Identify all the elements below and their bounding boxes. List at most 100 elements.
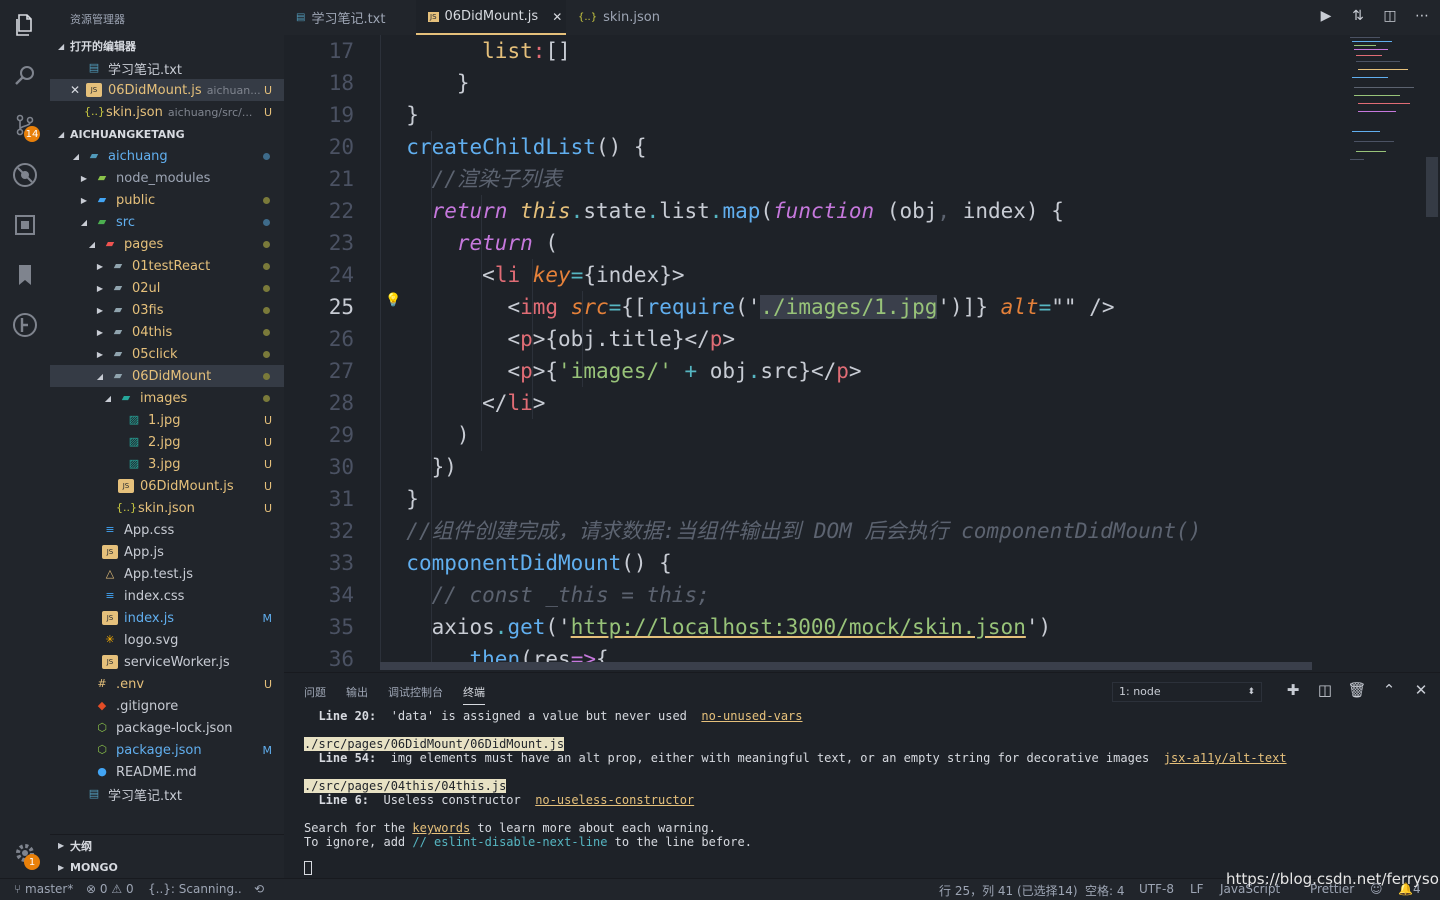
cursor-position[interactable]: 行 25，列 41 (已选择14)	[939, 882, 1078, 899]
line-ending[interactable]: LF	[1190, 882, 1204, 896]
close-panel-icon[interactable]: ✕	[1411, 681, 1431, 699]
chevron-down-icon: ◢	[58, 41, 65, 51]
tree-folder[interactable]: ◢ ▰ pages	[50, 233, 284, 255]
tree-folder[interactable]: ▶ ▰ node_modules	[50, 167, 284, 189]
gear-icon[interactable]	[0, 828, 50, 878]
close-icon[interactable]: ✕	[70, 83, 86, 97]
code-line: 27 <p>{'images/' + obj.src}</p>	[328, 359, 862, 383]
code-editor[interactable]: 17 list:[] 18 } 19 } 20 createChildList(…	[284, 35, 1440, 672]
split-editor-icon[interactable]: ◫	[1380, 8, 1400, 28]
close-icon[interactable]: ✕	[552, 10, 562, 24]
tree-folder[interactable]: ▶ ▰ public	[50, 189, 284, 211]
bookmark-icon[interactable]	[0, 250, 50, 300]
timeline-icon[interactable]	[0, 300, 50, 350]
tree-file[interactable]: ▨ 2.jpg U	[50, 431, 284, 453]
tree-file[interactable]: ▤ 学习笔记.txt	[50, 783, 284, 805]
tab-problems[interactable]: 问题	[304, 684, 326, 700]
source-control-icon[interactable]	[0, 100, 50, 150]
status-dot	[263, 306, 270, 314]
run-icon[interactable]: ▶	[1316, 8, 1336, 28]
terminal-select[interactable]: 1: node ⬍	[1112, 682, 1262, 702]
scanning-status[interactable]: {..}: Scanning..	[148, 882, 242, 896]
branch-status[interactable]: ⑂ master*	[14, 882, 73, 896]
src-folder-icon: ▰	[97, 215, 107, 228]
tree-file[interactable]: △ App.test.js	[50, 563, 284, 585]
tab-notes[interactable]: ▤ 学习笔记.txt	[284, 0, 416, 35]
chevron-down-icon: ◢	[80, 217, 88, 227]
tree-file[interactable]: ▨ 1.jpg U	[50, 409, 284, 431]
tree-file[interactable]: ⬡ package-lock.json	[50, 717, 284, 739]
more-actions-icon[interactable]: ⋯	[1412, 8, 1432, 28]
debug-icon[interactable]	[0, 150, 50, 200]
open-editor-item[interactable]: {..} skin.json aichuang/src/... U	[50, 101, 284, 123]
text-file-icon: ▤	[296, 12, 306, 23]
tree-file[interactable]: ▨ 3.jpg U	[50, 453, 284, 475]
tab-terminal[interactable]: 终端	[463, 684, 485, 705]
horizontal-scrollbar[interactable]	[380, 662, 1312, 670]
tree-folder[interactable]: ▶ ▰ 02ul	[50, 277, 284, 299]
code-line: 22 return this.state.list.map(function (…	[328, 199, 1064, 223]
tree-folder-selected[interactable]: ◢ ▰ 06DidMount	[50, 365, 284, 387]
split-terminal-icon[interactable]: ◫	[1315, 681, 1335, 699]
code-line: 21 //渲染子列表	[328, 167, 562, 191]
open-editor-item[interactable]: ▤ 学习笔记.txt	[50, 57, 284, 79]
tree-file[interactable]: ⬡ package.json M	[50, 739, 284, 761]
open-editors-header[interactable]: ◢ 打开的编辑器	[50, 35, 284, 57]
tree-file[interactable]: ◆ .gitignore	[50, 695, 284, 717]
project-header[interactable]: ◢ AICHUANGKETANG	[50, 123, 284, 145]
tree-file[interactable]: JS index.js M	[50, 607, 284, 629]
tree-folder[interactable]: ▶ ▰ 05click	[50, 343, 284, 365]
mongo-header[interactable]: ▶ MONGO	[50, 856, 284, 878]
tab-output[interactable]: 输出	[346, 684, 368, 700]
explorer-icon[interactable]	[0, 0, 50, 50]
maximize-panel-icon[interactable]: ⌃	[1379, 681, 1399, 699]
tree-folder[interactable]: ▶ ▰ 04this	[50, 321, 284, 343]
open-editor-item[interactable]: ✕ JS 06DidMount.js aichuan... U	[50, 79, 284, 101]
activity-bar: 14 1	[0, 0, 50, 878]
status-dot	[263, 218, 270, 226]
terminal-line: Line 6: Useless constructor no-useless-c…	[318, 793, 695, 807]
chevron-right-icon: ▶	[96, 305, 104, 315]
tree-file[interactable]: {..} skin.json U	[50, 497, 284, 519]
tab-skin-json[interactable]: {..} skin.json	[566, 0, 686, 35]
problems-status[interactable]: ⊗ 0 ⚠ 0	[86, 882, 134, 896]
search-icon[interactable]	[0, 50, 50, 100]
vertical-scrollbar[interactable]	[1426, 157, 1438, 217]
code-line-current: 25 <img src={[require('./images/1.jpg')]…	[328, 295, 1115, 319]
public-folder-icon: ▰	[97, 193, 107, 206]
js-file-icon: JS	[118, 479, 134, 493]
folder-open-icon: ▰	[89, 149, 99, 162]
tree-file[interactable]: ✳ logo.svg	[50, 629, 284, 651]
tree-file[interactable]: ≡ App.css	[50, 519, 284, 541]
sync-icon[interactable]: ⟲	[254, 882, 264, 896]
lightbulb-icon[interactable]: 💡	[385, 293, 401, 308]
extensions-icon[interactable]	[0, 200, 50, 250]
terminal-line: Line 54: img elements must have an alt p…	[318, 751, 1287, 765]
code-line: 23 return (	[328, 231, 559, 255]
tree-folder[interactable]: ◢ ▰ images	[50, 387, 284, 409]
compare-icon[interactable]: ⇅	[1348, 8, 1368, 28]
tree-file[interactable]: JS App.js	[50, 541, 284, 563]
tree-file[interactable]: ● README.md	[50, 761, 284, 783]
code-line: 31 }	[328, 487, 419, 511]
encoding[interactable]: UTF-8	[1139, 882, 1174, 896]
terminal-line: To ignore, add // eslint-disable-next-li…	[304, 835, 752, 849]
tree-folder-aichuang[interactable]: ◢ ▰ aichuang	[50, 145, 284, 167]
tree-file[interactable]: JS serviceWorker.js	[50, 651, 284, 673]
terminal-line: ./src/pages/04this/04this.js	[304, 779, 507, 793]
js-file-icon: JS	[102, 655, 118, 669]
indentation[interactable]: 空格: 4	[1085, 882, 1125, 899]
trash-icon[interactable]: 🗑	[1347, 681, 1367, 699]
minimap[interactable]	[1348, 35, 1428, 195]
outline-header[interactable]: ▶ 大纲	[50, 834, 284, 856]
tree-folder[interactable]: ▶ ▰ 03fis	[50, 299, 284, 321]
tab-debug-console[interactable]: 调试控制台	[388, 684, 443, 700]
js-file-icon: JS	[428, 11, 439, 22]
add-terminal-icon[interactable]: ✚	[1283, 681, 1303, 699]
tree-file[interactable]: # .env U	[50, 673, 284, 695]
tree-file[interactable]: JS 06DidMount.js U	[50, 475, 284, 497]
tree-file[interactable]: ≡ index.css	[50, 585, 284, 607]
tree-folder[interactable]: ◢ ▰ src	[50, 211, 284, 233]
tree-folder[interactable]: ▶ ▰ 01testReact	[50, 255, 284, 277]
tab-06didmount[interactable]: JS 06DidMount.js ✕	[416, 0, 566, 35]
